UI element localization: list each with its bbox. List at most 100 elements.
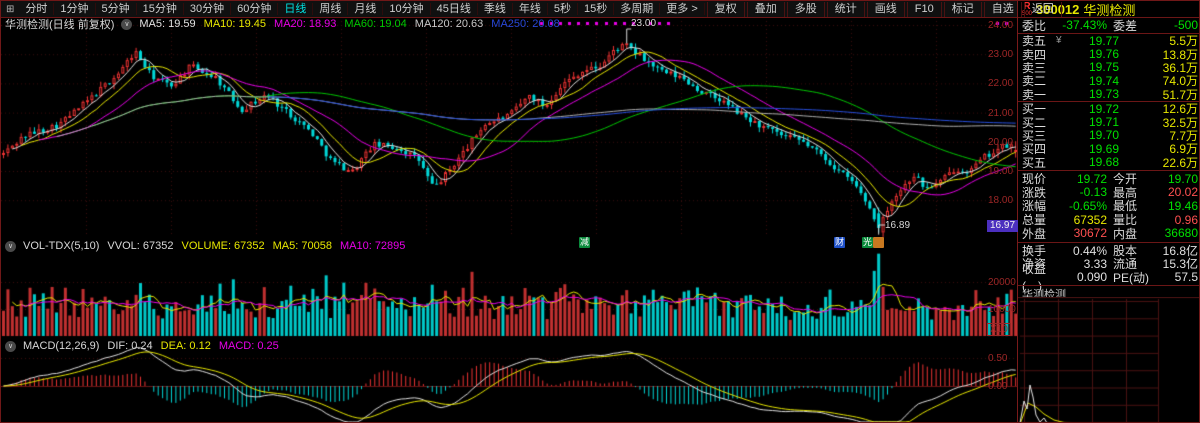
period-tab-5分钟[interactable]: 5分钟 — [95, 2, 137, 15]
macd-header: ∨ MACD(12,26,9) DIF: 0.24 DEA: 0.12 MACD: 0… — [5, 340, 287, 352]
macd-segment-2: DEA: 0.12 — [160, 340, 211, 352]
queue-label: 买五 — [1022, 155, 1047, 170]
period-tab-30分钟[interactable]: 30分钟 — [183, 2, 232, 15]
axis-label: 22.00 — [988, 78, 1014, 89]
volume-segment-1: VVOL: 67352 — [107, 240, 174, 252]
period-tab-周线[interactable]: 周线 — [313, 2, 349, 15]
quote-stats: 现价 19.72 今开 19.70 涨跌 -0.13 最高 20.02 涨幅 -0.65% 最低 19… — [1018, 171, 1199, 241]
axis-label: 21.00 — [988, 108, 1014, 119]
ma-value-MA5: MA5: 19.59 — [139, 18, 196, 30]
collapse-icon[interactable]: ∨ — [5, 240, 16, 252]
period-tab-15分钟[interactable]: 15分钟 — [136, 2, 184, 15]
event-badge[interactable]: 减 — [579, 237, 590, 248]
axis-label: 18.00 — [988, 195, 1014, 206]
event-badge[interactable] — [873, 237, 884, 248]
trading-app: ⊞ 分时 1分钟 5分钟 15分钟 30分钟 60分钟 日线 周线 月线 10分钟 45日线 季线 年线… — [0, 0, 1200, 423]
quote-panel: R 500 300012 华测检测 委比 -37.43% 委差 -500 卖五 ¥… — [1017, 1, 1199, 422]
volume-segment-3: MA5: 70058 — [272, 240, 332, 252]
ma-value-MA120: MA120: 20.63 — [414, 18, 484, 30]
high-annotation: 23.00 — [631, 18, 657, 29]
queue-price: 19.76 — [1088, 47, 1120, 62]
tool-button-画线[interactable]: 画线 — [866, 1, 905, 17]
tool-button-叠加[interactable]: 叠加 — [746, 1, 785, 17]
volume-segment-2: VOLUME: 67352 — [181, 240, 265, 252]
period-tab-10分钟[interactable]: 10分钟 — [383, 2, 431, 15]
weibi-row: 委比 -37.43% 委差 -500 — [1022, 18, 1198, 33]
period-tabs: 分时 1分钟 5分钟 15分钟 30分钟 60分钟 日线 周线 月线 10分钟 45日线 季线 年线 5秒… — [19, 2, 705, 17]
main-chart-header: 华测检测(日线 前复权) ∨ MA5: 19.59 MA10: 19.45 MA20… — [5, 16, 568, 32]
stat-value: 67352 — [1073, 212, 1107, 227]
tool-button-复权[interactable]: 复权 — [706, 1, 745, 17]
stat-value: 19.46 — [1167, 198, 1198, 213]
period-tab-年线[interactable]: 年线 — [512, 2, 548, 15]
ma-value-MA10: MA10: 19.45 — [203, 18, 267, 30]
ma-value-MA250: MA250: 20.08 — [491, 18, 560, 30]
macd-values: MACD(12,26,9) DIF: 0.24 DEA: 0.12 MACD: 0.2… — [23, 340, 287, 352]
tool-button-自选[interactable]: 自选 — [983, 1, 1022, 17]
weibi-value: -37.43% — [1062, 18, 1107, 32]
period-tab-1分钟[interactable]: 1分钟 — [54, 2, 96, 15]
queue-volume: 22.6万 — [1162, 155, 1198, 170]
buy-row[interactable]: 买五 19.68 22.6万 — [1018, 155, 1199, 170]
stat-value: 0.090 — [1076, 270, 1107, 285]
tool-button-统计[interactable]: 统计 — [826, 1, 865, 17]
queue-price: 19.69 — [1088, 141, 1120, 156]
axis-label: 10000 — [988, 304, 1016, 315]
queue-mark: ¥ — [1056, 35, 1062, 47]
stat-label: 内盘 — [1113, 226, 1138, 241]
sell-row[interactable]: 卖一 19.73 51.7万 — [1018, 87, 1199, 102]
stat-value: 3.33 — [1083, 256, 1107, 271]
stat-row: 收益(一) 0.090 PE(动) 57.5 — [1018, 262, 1199, 293]
stat-value: 19.72 — [1076, 171, 1107, 186]
fundamental-stats: 换手 0.44% 股本 16.8亿 净资 3.33 流通 15.3亿 收益(一) 0.090 PE(… — [1018, 244, 1199, 294]
period-tab-日线[interactable]: 日线 — [278, 2, 314, 15]
queue-price: 19.75 — [1088, 60, 1120, 75]
volume-segment-4: MA10: 72895 — [339, 240, 406, 252]
period-tab-45日线[interactable]: 45日线 — [430, 2, 478, 15]
chart-title: 华测检测(日线 前复权) — [5, 19, 115, 31]
stat-value: 19.70 — [1167, 171, 1198, 186]
buy-queue: 买一 19.72 12.6万 买二 19.71 32.5万 买三 19.70 7.7万 买四 19.… — [1018, 102, 1199, 170]
axis-label: 19.00 — [988, 166, 1014, 177]
tool-button-F10[interactable]: F10 — [906, 1, 942, 17]
ma-value-MA20: MA20: 18.93 — [274, 18, 337, 30]
period-tab-5秒[interactable]: 5秒 — [547, 2, 579, 15]
axis-label: 20.00 — [988, 137, 1014, 148]
tool-button-标记[interactable]: 标记 — [943, 1, 982, 17]
period-tab-多周期[interactable]: 多周期 — [614, 2, 661, 15]
period-tab-分时[interactable]: 分时 — [19, 2, 55, 15]
axis-label: 23.00 — [988, 49, 1014, 60]
queue-price: 19.70 — [1088, 128, 1120, 143]
axis-label: 24.00 — [988, 20, 1014, 31]
stat-row: 外盘 30672 内盘 36680 — [1018, 226, 1199, 241]
weicha-value: -500 — [1173, 18, 1198, 32]
intraday-mini-chart[interactable] — [1018, 297, 1199, 422]
event-badge[interactable]: 光 — [862, 237, 873, 248]
tool-button-返回[interactable]: 返回 — [1023, 1, 1062, 17]
volume-segment-0: VOL-TDX(5,10) — [23, 240, 100, 252]
volume-chart[interactable] — [1, 238, 1017, 338]
queue-price: 19.71 — [1088, 115, 1120, 130]
stat-value: 36680 — [1164, 226, 1198, 241]
period-tab-月线[interactable]: 月线 — [348, 2, 384, 15]
ma-price-tag: 16.97 — [987, 220, 1019, 232]
volume-multiplier: X10 — [987, 323, 1011, 336]
tool-button-多股[interactable]: 多股 — [786, 1, 825, 17]
period-tab-更多 >[interactable]: 更多 > — [660, 2, 705, 15]
ma-value-MA60: MA60: 19.04 — [344, 18, 407, 30]
axis-label: 0.00 — [988, 381, 1008, 392]
event-badge[interactable]: 财 — [834, 237, 845, 248]
queue-price: 19.73 — [1088, 87, 1120, 102]
collapse-icon[interactable]: ∨ — [121, 18, 133, 30]
period-tab-60分钟[interactable]: 60分钟 — [231, 2, 279, 15]
low-annotation: 16.89 — [885, 220, 911, 231]
period-tab-15秒[interactable]: 15秒 — [578, 2, 615, 15]
stat-value: 20.02 — [1167, 185, 1198, 200]
window-icon[interactable]: ⊞ — [1, 4, 19, 15]
candlestick-chart[interactable] — [1, 17, 1017, 238]
axis-label: 20000 — [988, 277, 1016, 288]
toolbar-buttons: 复权 叠加 多股 统计 画线 F10 标记 自选 返回 — [705, 1, 1062, 17]
collapse-icon[interactable]: ∨ — [5, 340, 16, 352]
macd-segment-1: DIF: 0.24 — [107, 340, 153, 352]
period-tab-季线[interactable]: 季线 — [477, 2, 513, 15]
